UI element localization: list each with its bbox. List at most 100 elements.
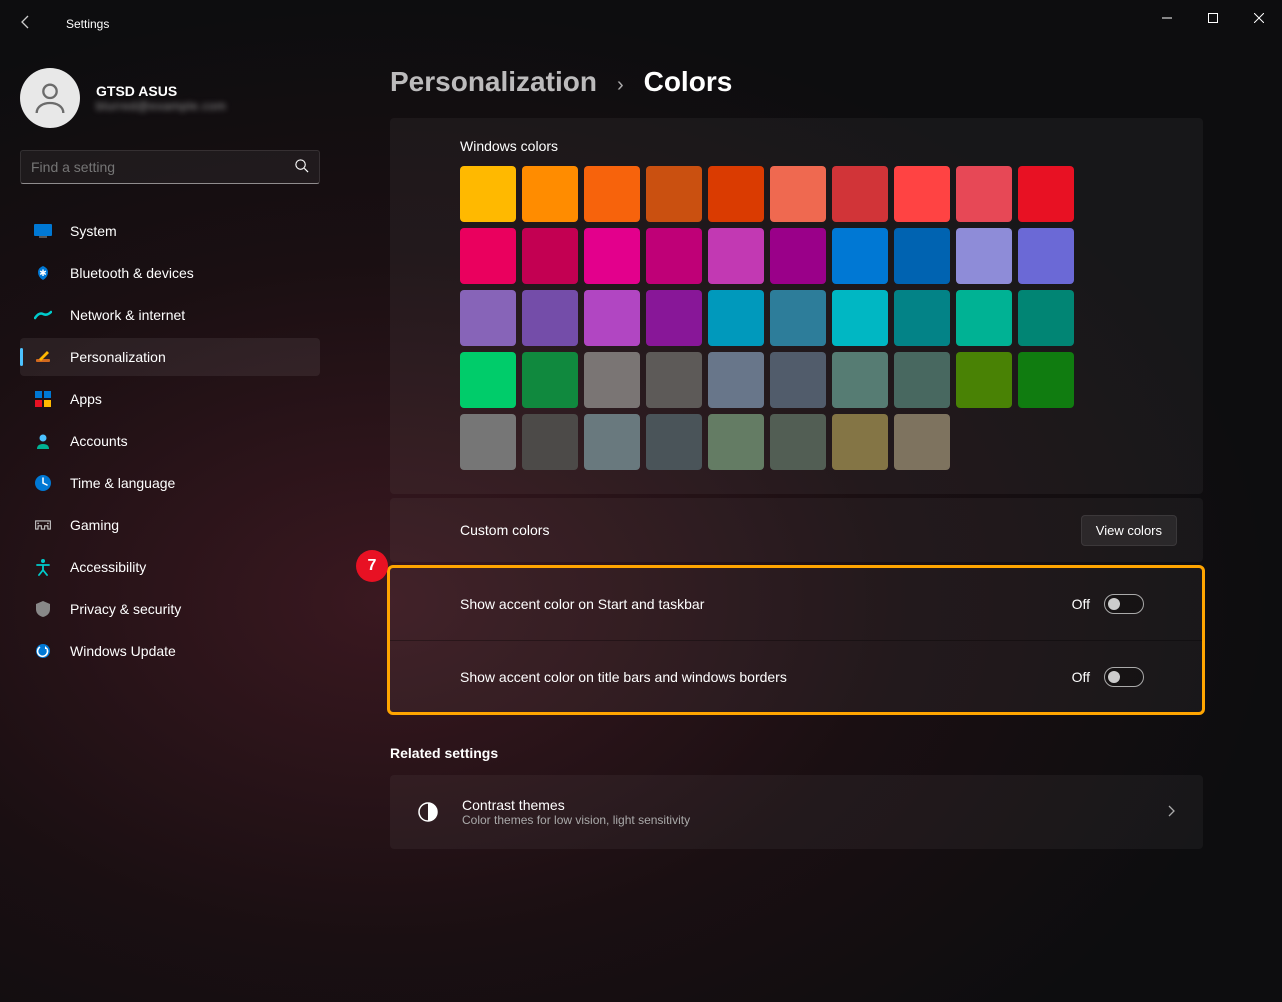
sidebar-item-gaming[interactable]: Gaming xyxy=(20,506,320,544)
color-swatch[interactable] xyxy=(956,352,1012,408)
color-swatch[interactable] xyxy=(646,228,702,284)
nav-icon: ✱ xyxy=(34,264,52,282)
color-swatch[interactable] xyxy=(770,414,826,470)
sidebar-item-label: Bluetooth & devices xyxy=(70,265,194,281)
color-swatch[interactable] xyxy=(1018,352,1074,408)
color-swatch[interactable] xyxy=(460,414,516,470)
toggle-switch[interactable] xyxy=(1104,594,1144,614)
sidebar-item-system[interactable]: System xyxy=(20,212,320,250)
color-swatch[interactable] xyxy=(832,414,888,470)
color-swatch[interactable] xyxy=(646,352,702,408)
color-swatch[interactable] xyxy=(894,290,950,346)
color-swatch[interactable] xyxy=(522,290,578,346)
sidebar-item-windows-update[interactable]: Windows Update xyxy=(20,632,320,670)
sidebar: GTSD ASUS blurred@example.com System ✱ Blu… xyxy=(0,48,340,1002)
main-content: Personalization › Colors Windows colors … xyxy=(340,48,1282,1002)
breadcrumb-parent[interactable]: Personalization xyxy=(390,66,597,98)
nav-icon xyxy=(34,390,52,408)
color-swatch[interactable] xyxy=(1018,290,1074,346)
color-swatch[interactable] xyxy=(708,290,764,346)
sidebar-item-personalization[interactable]: Personalization xyxy=(20,338,320,376)
color-swatch[interactable] xyxy=(460,166,516,222)
sidebar-item-label: System xyxy=(70,223,117,239)
color-swatch[interactable] xyxy=(770,228,826,284)
nav-icon xyxy=(34,432,52,450)
color-swatch[interactable] xyxy=(832,290,888,346)
maximize-icon[interactable] xyxy=(1190,0,1236,36)
back-icon[interactable] xyxy=(18,14,34,35)
sidebar-item-label: Apps xyxy=(70,391,102,407)
color-swatch[interactable] xyxy=(1018,166,1074,222)
breadcrumb: Personalization › Colors xyxy=(390,66,1234,98)
color-swatch[interactable] xyxy=(708,166,764,222)
color-swatch[interactable] xyxy=(832,352,888,408)
color-swatch[interactable] xyxy=(708,228,764,284)
windows-colors-panel: Windows colors xyxy=(390,118,1203,494)
sidebar-item-privacy-security[interactable]: Privacy & security xyxy=(20,590,320,628)
sidebar-item-accounts[interactable]: Accounts xyxy=(20,422,320,460)
color-swatch[interactable] xyxy=(894,228,950,284)
color-swatch[interactable] xyxy=(770,166,826,222)
color-swatch[interactable] xyxy=(460,290,516,346)
step-badge: 7 xyxy=(356,550,388,582)
color-swatch[interactable] xyxy=(770,352,826,408)
color-swatch[interactable] xyxy=(956,166,1012,222)
color-swatch[interactable] xyxy=(894,414,950,470)
sidebar-item-bluetooth-devices[interactable]: ✱ Bluetooth & devices xyxy=(20,254,320,292)
color-swatch[interactable] xyxy=(584,166,640,222)
accent-toggle-row: Show accent color on title bars and wind… xyxy=(390,640,1202,712)
app-title: Settings xyxy=(66,17,109,31)
color-swatch[interactable] xyxy=(522,414,578,470)
color-swatch[interactable] xyxy=(1018,228,1074,284)
sidebar-item-label: Privacy & security xyxy=(70,601,181,617)
minimize-icon[interactable] xyxy=(1144,0,1190,36)
page-title: Colors xyxy=(644,66,733,98)
color-swatch[interactable] xyxy=(956,290,1012,346)
color-swatch[interactable] xyxy=(956,228,1012,284)
color-swatch[interactable] xyxy=(460,228,516,284)
sidebar-item-label: Accounts xyxy=(70,433,128,449)
color-swatch[interactable] xyxy=(584,290,640,346)
color-swatch[interactable] xyxy=(832,166,888,222)
sidebar-item-time-language[interactable]: Time & language xyxy=(20,464,320,502)
color-swatch[interactable] xyxy=(522,166,578,222)
color-swatch[interactable] xyxy=(584,352,640,408)
color-swatch[interactable] xyxy=(646,290,702,346)
search-icon[interactable] xyxy=(294,158,309,176)
color-swatch[interactable] xyxy=(708,414,764,470)
chevron-right-icon xyxy=(1165,804,1177,820)
profile[interactable]: GTSD ASUS blurred@example.com xyxy=(20,68,320,128)
color-swatch[interactable] xyxy=(646,414,702,470)
color-swatch[interactable] xyxy=(522,352,578,408)
nav-icon xyxy=(34,600,52,618)
sidebar-item-network-internet[interactable]: Network & internet xyxy=(20,296,320,334)
color-swatch[interactable] xyxy=(522,228,578,284)
nav-icon xyxy=(34,474,52,492)
color-swatch[interactable] xyxy=(832,228,888,284)
color-swatch[interactable] xyxy=(646,166,702,222)
color-swatch[interactable] xyxy=(460,352,516,408)
view-colors-button[interactable]: View colors xyxy=(1081,515,1177,546)
chevron-right-icon: › xyxy=(617,74,624,97)
avatar-icon xyxy=(20,68,80,128)
color-swatch[interactable] xyxy=(584,414,640,470)
color-swatch[interactable] xyxy=(584,228,640,284)
color-swatch[interactable] xyxy=(894,166,950,222)
sidebar-item-label: Personalization xyxy=(70,349,166,365)
toggle-switch[interactable] xyxy=(1104,667,1144,687)
accent-toggle-row: Show accent color on Start and taskbar O… xyxy=(390,568,1202,640)
profile-email: blurred@example.com xyxy=(96,99,226,113)
color-swatch[interactable] xyxy=(770,290,826,346)
color-swatch[interactable] xyxy=(894,352,950,408)
sidebar-item-apps[interactable]: Apps xyxy=(20,380,320,418)
search-input[interactable] xyxy=(20,150,320,184)
color-swatch[interactable] xyxy=(708,352,764,408)
titlebar: Settings xyxy=(0,0,1282,48)
search-field[interactable] xyxy=(31,159,294,175)
close-icon[interactable] xyxy=(1236,0,1282,36)
sidebar-item-accessibility[interactable]: Accessibility xyxy=(20,548,320,586)
sidebar-item-label: Network & internet xyxy=(70,307,185,323)
contrast-themes-row[interactable]: Contrast themes Color themes for low vis… xyxy=(390,775,1203,849)
custom-colors-label: Custom colors xyxy=(460,522,549,538)
nav-icon xyxy=(34,348,52,366)
